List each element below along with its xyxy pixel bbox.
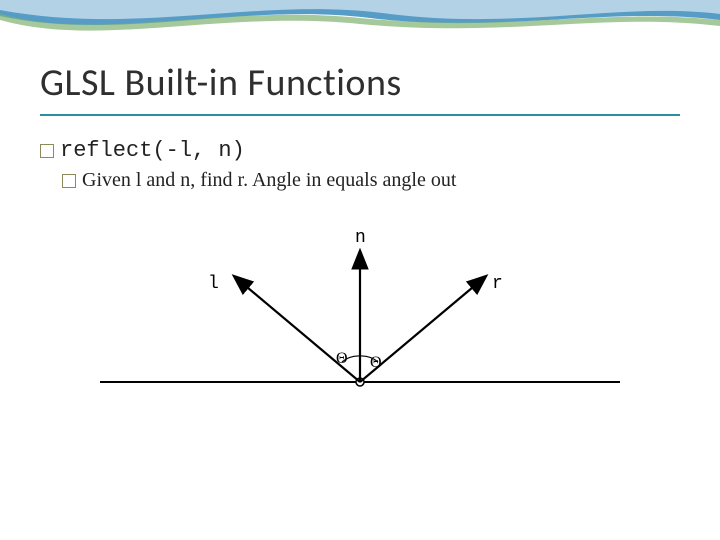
- bullet-box-icon: [40, 144, 54, 158]
- diagram-theta-right: Θ: [370, 354, 382, 372]
- bullet-box-icon: [62, 174, 76, 188]
- diagram-label-n: n: [355, 228, 366, 248]
- title-underline: [40, 114, 680, 116]
- slide-content: GLSL Built-in Functions reflect(-l, n) G…: [0, 0, 720, 412]
- diagram-theta-left: Θ: [336, 350, 348, 368]
- bullet-level-2: Given l and n, find r. Angle in equals a…: [62, 169, 680, 192]
- slide-title: GLSL Built-in Functions: [40, 60, 680, 106]
- reflection-diagram: l n r Θ Θ: [80, 212, 640, 412]
- bullet-code: reflect(-l, n): [60, 138, 245, 163]
- bullet-description: Given l and n, find r. Angle in equals a…: [82, 169, 456, 192]
- diagram-label-r: r: [492, 274, 503, 294]
- diagram-label-l: l: [208, 274, 219, 294]
- bullet-level-1: reflect(-l, n): [40, 138, 680, 163]
